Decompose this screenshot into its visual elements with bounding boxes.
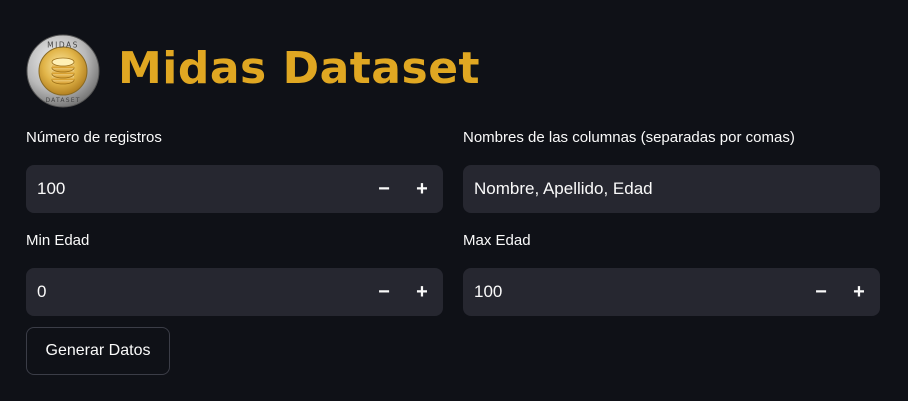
max-age-input[interactable]: 100 − + [463, 268, 880, 316]
app-root: MIDAS DATASET Midas Dataset Número de re… [0, 0, 908, 401]
num-records-decrement-button[interactable]: − [365, 165, 403, 213]
page-title: Midas Dataset [118, 43, 481, 94]
min-age-input[interactable]: 0 − + [26, 268, 443, 316]
num-records-increment-button[interactable]: + [403, 165, 441, 213]
logo-text-bottom: DATASET [45, 97, 80, 104]
min-age-decrement-button[interactable]: − [365, 268, 403, 316]
num-records-value[interactable]: 100 [26, 179, 365, 199]
max-age-value[interactable]: 100 [463, 282, 802, 302]
min-age-label: Min Edad [26, 232, 90, 249]
max-age-label: Max Edad [463, 232, 531, 249]
column-names-field: Nombres de las columnas (separadas por c… [463, 128, 880, 213]
max-age-increment-button[interactable]: + [840, 268, 878, 316]
page-header: MIDAS DATASET Midas Dataset [26, 32, 480, 112]
min-age-increment-button[interactable]: + [403, 268, 441, 316]
midas-logo-icon: MIDAS DATASET [26, 34, 100, 108]
column-names-input[interactable]: Nombre, Apellido, Edad [463, 165, 880, 213]
max-age-decrement-button[interactable]: − [802, 268, 840, 316]
generate-data-button[interactable]: Generar Datos [26, 327, 170, 375]
num-records-label: Número de registros [26, 129, 162, 146]
num-records-field: Número de registros 100 − + [26, 128, 443, 213]
column-names-value[interactable]: Nombre, Apellido, Edad [463, 179, 653, 199]
max-age-field: Max Edad 100 − + [463, 231, 880, 316]
column-names-label: Nombres de las columnas (separadas por c… [463, 129, 795, 146]
num-records-input[interactable]: 100 − + [26, 165, 443, 213]
logo-text-top: MIDAS [47, 41, 79, 50]
min-age-field: Min Edad 0 − + [26, 231, 443, 316]
min-age-value[interactable]: 0 [26, 282, 365, 302]
